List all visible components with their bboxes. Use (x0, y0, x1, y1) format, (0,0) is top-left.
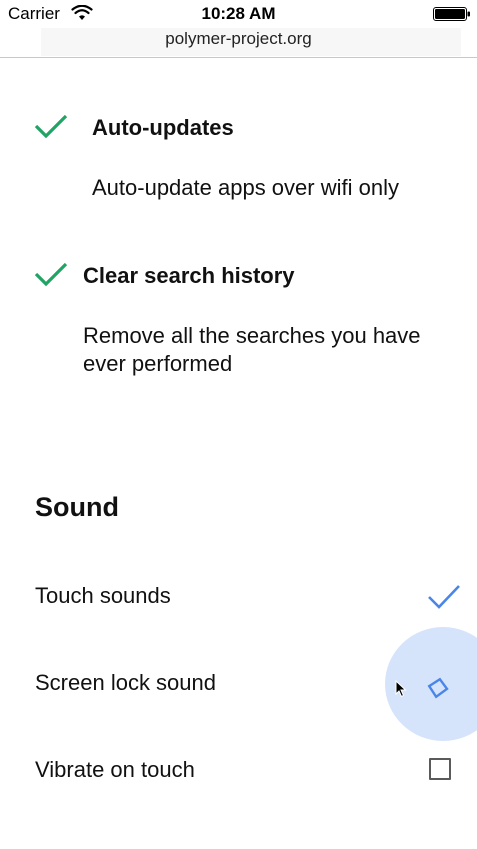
auto-updates-description: Auto-update apps over wifi only (92, 175, 399, 200)
status-bar: Carrier 10:28 AM (0, 0, 477, 28)
clear-history-description-line2: ever performed (83, 351, 233, 376)
vibrate-on-touch-label[interactable]: Vibrate on touch (35, 757, 195, 783)
clear-history-description: Remove all the searches you have ever pe… (83, 322, 463, 378)
screen-lock-toggle-diamond-icon[interactable] (426, 676, 450, 700)
cursor-icon (395, 680, 407, 698)
url-text: polymer-project.org (165, 29, 312, 48)
touch-sounds-checkmark-icon[interactable] (427, 583, 461, 611)
vibrate-on-touch-checkbox[interactable] (429, 758, 451, 780)
screen: Carrier 10:28 AM polymer-project.org Aut… (0, 0, 477, 849)
auto-updates-title[interactable]: Auto-updates (92, 115, 234, 141)
clear-history-title[interactable]: Clear search history (83, 263, 295, 289)
touch-sounds-label[interactable]: Touch sounds (35, 583, 171, 609)
screen-lock-sound-label[interactable]: Screen lock sound (35, 670, 216, 696)
url-bar[interactable]: polymer-project.org (41, 28, 461, 56)
clear-history-description-line1: Remove all the searches you have (83, 323, 421, 348)
sound-section-title: Sound (35, 492, 119, 522)
clear-history-checkmark-icon[interactable] (34, 262, 68, 288)
url-divider (0, 57, 477, 58)
status-time: 10:28 AM (201, 4, 276, 23)
battery-icon (433, 7, 470, 21)
auto-updates-checkmark-icon[interactable] (34, 114, 68, 140)
